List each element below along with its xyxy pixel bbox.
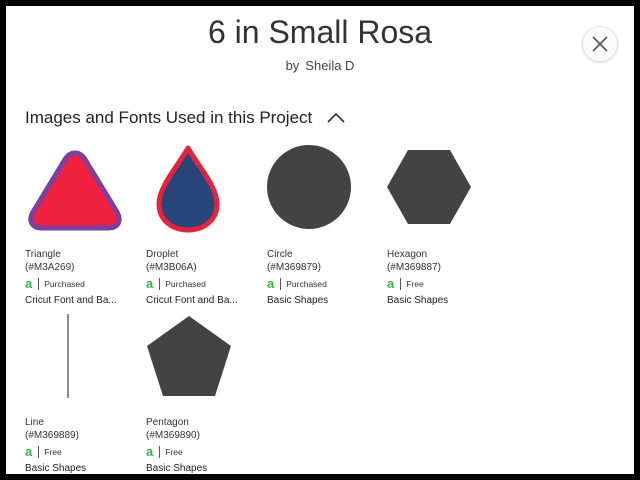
droplet-thumbnail <box>156 145 220 233</box>
section-header: Images and Fonts Used in this Project <box>25 108 346 128</box>
status-label: Purchased <box>286 278 327 289</box>
status-row: a Purchased <box>146 276 256 291</box>
status-row: a Free <box>146 444 256 459</box>
item-code: (#M369879) <box>267 262 321 273</box>
divider <box>159 445 161 458</box>
line-thumbnail <box>67 314 69 398</box>
cricut-access-icon: a <box>25 276 33 291</box>
status-label: Free <box>165 446 183 457</box>
author-name: Sheila D <box>305 58 355 73</box>
item-name: Line <box>25 417 44 428</box>
item-category: Basic Shapes <box>267 295 329 306</box>
item-name: Circle <box>267 249 293 260</box>
image-card-triangle[interactable]: Triangle (#M3A269) a Purchased Cricut Fo… <box>25 144 135 307</box>
cricut-access-icon: a <box>387 276 395 291</box>
project-details-panel: 6 in Small Rosa by Sheila D Images and Fo… <box>6 6 634 474</box>
triangle-thumbnail <box>28 150 122 231</box>
status-row: a Purchased <box>25 276 135 291</box>
status-label: Purchased <box>44 278 85 289</box>
item-category: Cricut Font and Ba... <box>25 295 117 306</box>
section-title: Images and Fonts Used in this Project <box>25 108 313 127</box>
divider <box>159 277 161 290</box>
status-label: Free <box>44 446 62 457</box>
item-name: Triangle <box>25 249 61 260</box>
item-code: (#M3A269) <box>25 262 75 273</box>
project-title: 6 in Small Rosa <box>207 14 433 50</box>
close-icon <box>592 36 608 52</box>
cricut-access-icon: a <box>146 276 154 291</box>
item-category: Basic Shapes <box>146 463 208 474</box>
byline: by Sheila D <box>6 58 634 73</box>
item-category: Cricut Font and Ba... <box>146 295 238 306</box>
item-category: Basic Shapes <box>387 295 449 306</box>
divider <box>38 445 40 458</box>
hexagon-thumbnail <box>387 150 471 224</box>
image-card-droplet[interactable]: Droplet (#M3B06A) a Purchased Cricut Fon… <box>146 144 256 307</box>
item-code: (#M369890) <box>146 430 200 441</box>
pentagon-thumbnail <box>147 316 231 396</box>
status-label: Free <box>406 278 424 289</box>
image-card-pentagon[interactable]: Pentagon (#M369890) a Free Basic Shapes <box>146 312 256 474</box>
status-row: a Free <box>387 276 497 291</box>
circle-thumbnail <box>267 145 351 229</box>
divider <box>280 277 282 290</box>
image-card-hexagon[interactable]: Hexagon (#M369887) a Free Basic Shapes <box>387 144 497 307</box>
item-code: (#M3B06A) <box>146 262 197 273</box>
item-code: (#M369887) <box>387 262 441 273</box>
item-name: Pentagon <box>146 417 189 428</box>
divider <box>38 277 40 290</box>
image-card-line[interactable]: Line (#M369889) a Free Basic Shapes <box>25 312 135 474</box>
status-label: Purchased <box>165 278 206 289</box>
chevron-up-icon <box>327 112 345 123</box>
collapse-section-button[interactable] <box>326 112 346 124</box>
item-code: (#M369889) <box>25 430 79 441</box>
cricut-access-icon: a <box>25 444 33 459</box>
item-name: Droplet <box>146 249 179 260</box>
cricut-access-icon: a <box>267 276 275 291</box>
status-row: a Purchased <box>267 276 377 291</box>
image-card-circle[interactable]: Circle (#M369879) a Purchased Basic Shap… <box>267 144 377 307</box>
by-label: by <box>285 58 300 73</box>
status-row: a Free <box>25 444 135 459</box>
cricut-access-icon: a <box>146 444 154 459</box>
item-category: Basic Shapes <box>25 463 87 474</box>
divider <box>400 277 402 290</box>
close-button[interactable] <box>582 26 618 62</box>
item-name: Hexagon <box>387 249 428 260</box>
